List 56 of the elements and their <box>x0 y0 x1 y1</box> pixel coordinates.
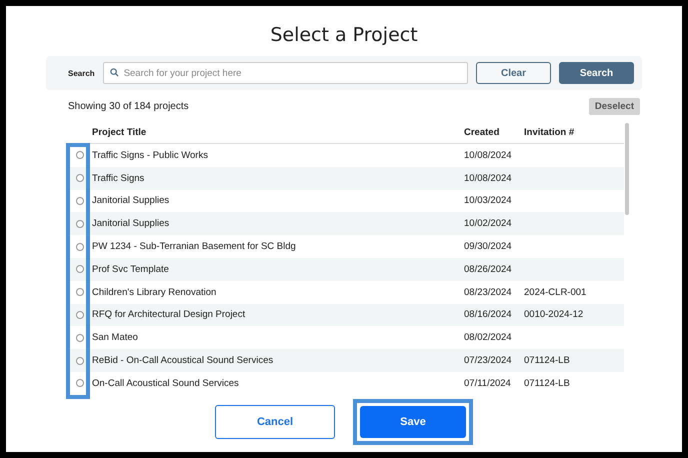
clear-button[interactable]: Clear <box>476 62 551 84</box>
radio-button[interactable] <box>76 356 84 365</box>
created-date-cell-text: 09/30/2024 <box>464 241 513 252</box>
created-date-cell-text: 10/03/2024 <box>464 195 513 206</box>
created-date-cell-text: 10/08/2024 <box>464 150 513 161</box>
project-title-cell-text: ReBid - On-Call Acoustical Sound Services <box>92 355 274 366</box>
created-date-cell-text: 08/23/2024 <box>464 286 513 298</box>
created-date-cell-text: 07/23/2024 <box>464 355 513 366</box>
column-header: Project Title <box>92 126 148 138</box>
radio-button[interactable] <box>76 288 84 296</box>
created-date-cell-text: 10/08/2024 <box>464 172 513 184</box>
radio-button[interactable] <box>76 242 84 251</box>
invitation-cell-text: 2024-CLR-001 <box>524 286 588 298</box>
radio-button[interactable] <box>76 174 84 182</box>
radio-button[interactable] <box>76 151 84 160</box>
save-button[interactable]: Save <box>360 406 466 438</box>
search-label: Search <box>68 68 95 78</box>
project-title-cell-text: Children's Library Renovation <box>92 286 218 298</box>
column-header: Invitation # <box>524 126 576 138</box>
project-title-cell-text: PW 1234 - Sub-Terranian Basement for SC Bldg <box>92 241 297 252</box>
project-title-cell-text: Prof Svc Template <box>92 264 170 275</box>
table-row[interactable]: Janitorial Supplies 10/03/2024 <box>68 190 624 212</box>
project-title-cell-text: Janitorial Supplies <box>92 218 170 230</box>
table-row[interactable]: Traffic Signs 10/08/2024 <box>68 166 624 190</box>
created-date-cell-text: 10/02/2024 <box>464 218 513 230</box>
search-button[interactable]: Search <box>559 62 634 84</box>
cancel-button[interactable]: Cancel <box>215 404 335 439</box>
result-count: Showing 30 of 184 projects <box>68 101 189 112</box>
table-row[interactable]: Prof Svc Template 08/26/2024 <box>68 258 624 281</box>
scrollbar-thumb[interactable] <box>625 123 629 215</box>
project-title-cell-text: Traffic Signs <box>92 172 146 184</box>
created-date-cell-text: 08/02/2024 <box>464 332 513 344</box>
radio-button[interactable] <box>76 334 84 342</box>
created-date-cell-text: 08/26/2024 <box>464 264 513 275</box>
dialog-title: Select a Project <box>269 24 419 46</box>
invitation-cell-text: 071124-LB <box>524 378 571 389</box>
project-title-cell-text: RFQ for Architectural Design Project <box>92 309 246 320</box>
project-title-cell-text: San Mateo <box>92 332 139 344</box>
radio-button[interactable] <box>76 310 84 319</box>
created-date-cell-text: 08/16/2024 <box>464 309 513 320</box>
table-row[interactable]: Janitorial Supplies 10/02/2024 <box>68 212 624 236</box>
created-date-cell-text: 07/11/2024 <box>464 378 512 389</box>
invitation-cell-text: 0010-2024-12 <box>524 309 584 320</box>
invitation-cell-text: 071124-LB <box>524 355 571 366</box>
table-row[interactable]: RFQ for Architectural Design Project 08/16/2024 0010-2024-12 <box>68 304 624 326</box>
table-row[interactable]: ReBid - On-Call Acoustical Sound Services 07/23/2024 071124-LB <box>68 349 624 372</box>
search-field[interactable]: Search for your project here <box>102 62 468 84</box>
project-title-cell-text: Janitorial Supplies <box>92 195 170 206</box>
radio-button[interactable] <box>76 379 84 388</box>
project-title-cell-text: On-Call Acoustical Sound Services <box>92 378 240 389</box>
radio-button[interactable] <box>76 196 84 205</box>
project-title-cell-text: Traffic Signs - Public Works <box>92 150 209 161</box>
column-header: Created <box>464 126 500 138</box>
radio-button[interactable] <box>76 220 84 228</box>
deselect-button[interactable]: Deselect <box>588 98 640 115</box>
radio-button[interactable] <box>76 265 84 274</box>
